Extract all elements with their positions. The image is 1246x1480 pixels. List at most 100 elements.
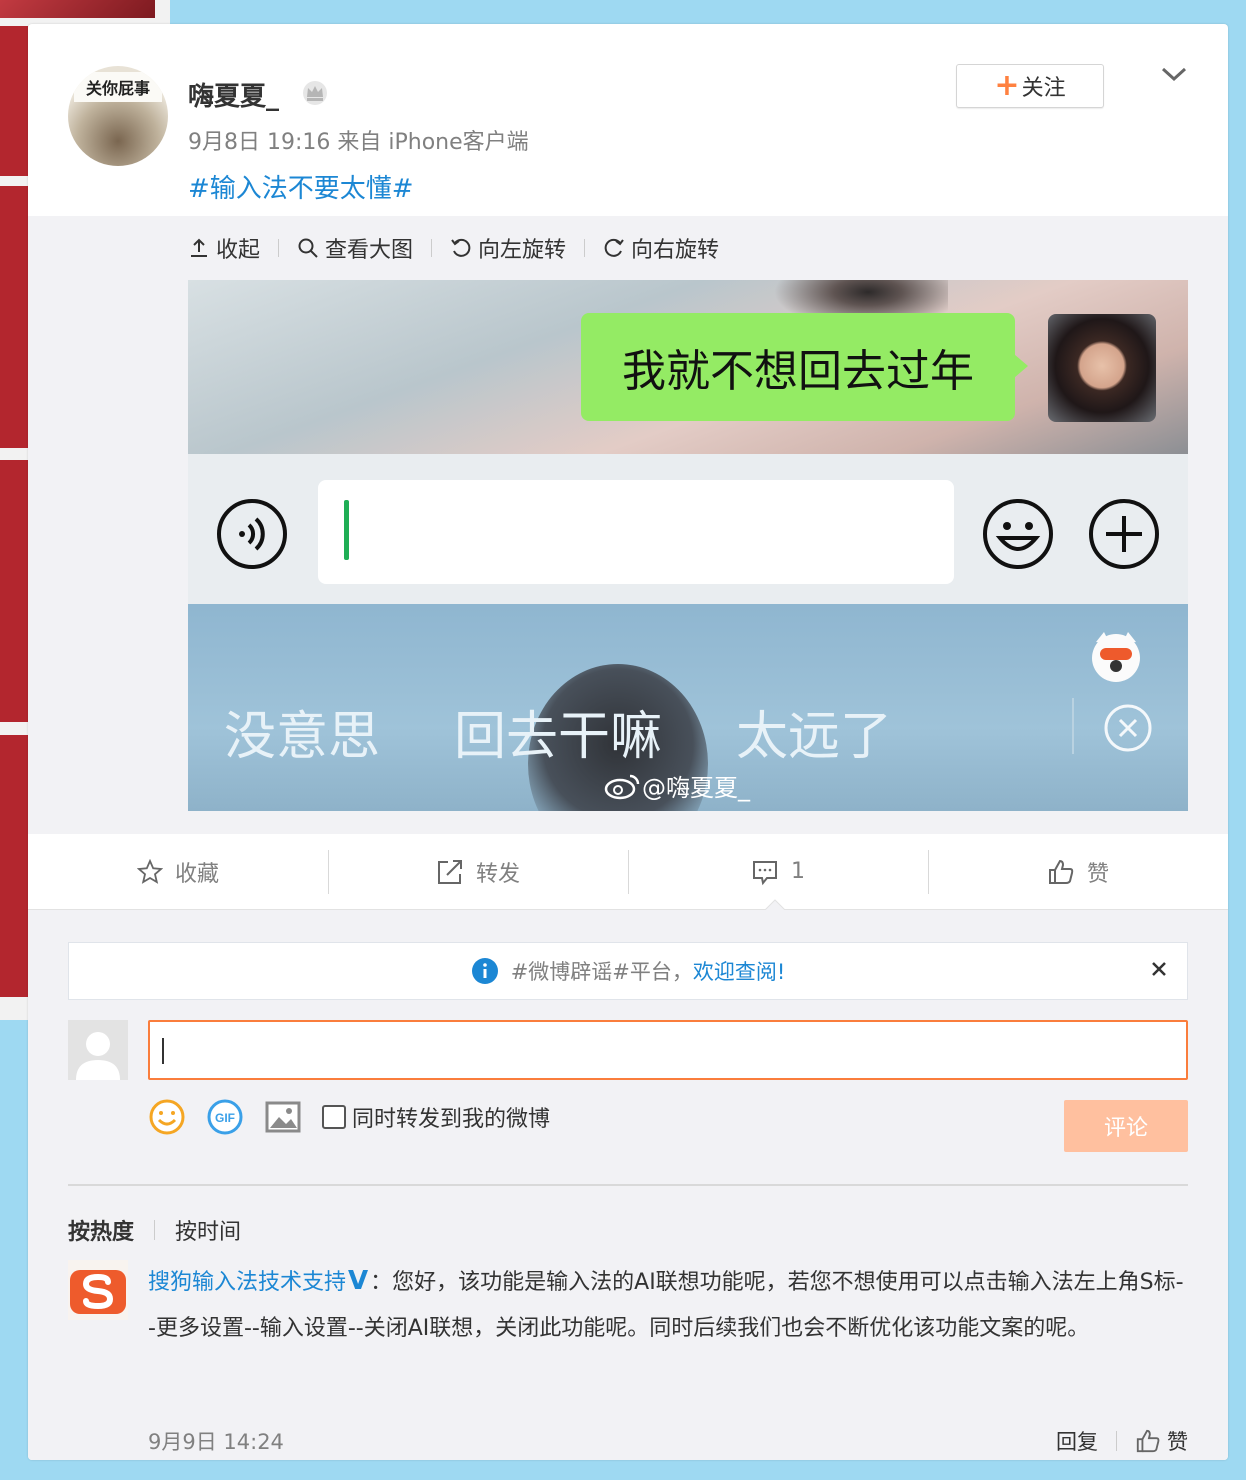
image-text-cursor — [344, 500, 349, 560]
comment-action-divider — [1116, 1431, 1117, 1451]
suggestion-word: 太远了 — [736, 707, 893, 767]
view-large-label: 查看大图 — [325, 238, 414, 263]
comment-sort-tabs: 按热度 按时间 — [68, 1214, 241, 1246]
svg-text:GIF: GIF — [215, 1111, 235, 1125]
comment-toolbar: GIF 同时转发到我的微博 — [148, 1098, 570, 1136]
sort-by-time-tab[interactable]: 按时间 — [175, 1214, 241, 1246]
plus-icon: + — [994, 68, 1020, 103]
close-circle-icon — [1104, 704, 1152, 752]
comment-like-button[interactable]: 赞 — [1135, 1426, 1188, 1456]
share-icon — [437, 859, 462, 884]
post-time-source[interactable]: 9月8日 19:16 来自 iPhone客户端 — [188, 124, 529, 156]
default-user-icon — [76, 1032, 120, 1080]
rotate-left-label: 向左旋转 — [478, 238, 567, 263]
chat-bubble-tail — [1014, 354, 1028, 378]
suggestion-divider — [1072, 698, 1074, 754]
image-watermark: @嗨夏夏_ — [604, 768, 750, 803]
notice-text: #微博辟谣#平台， — [510, 960, 693, 984]
reply-button[interactable]: 回复 — [1056, 1426, 1098, 1456]
comment-button[interactable]: 1 — [628, 834, 928, 909]
toolbar-divider — [278, 239, 280, 257]
commenter-avatar[interactable] — [68, 1260, 128, 1320]
sort-by-hot-tab[interactable]: 按热度 — [68, 1214, 134, 1246]
also-repost-option[interactable]: 同时转发到我的微博 — [322, 1101, 550, 1133]
comment-icon — [753, 860, 777, 885]
submit-comment-button[interactable]: 评论 — [1064, 1100, 1188, 1152]
also-repost-label: 同时转发到我的微博 — [352, 1107, 551, 1132]
text-cursor — [162, 1038, 164, 1064]
rotate-left-button[interactable]: 向左旋转 — [450, 232, 566, 264]
picture-icon — [265, 1101, 301, 1133]
verified-badge-icon: V — [348, 1266, 369, 1296]
image-text-box — [318, 480, 954, 584]
suggestion-word: 回去干嘛 — [454, 707, 663, 767]
thumbs-up-icon — [1048, 859, 1074, 884]
collapse-button[interactable]: 收起 — [188, 232, 260, 264]
follow-label: 关注 — [1021, 76, 1066, 101]
background-photo — [0, 735, 28, 997]
toolbar-divider — [584, 239, 586, 257]
chevron-down-icon[interactable] — [1160, 64, 1188, 84]
like-button[interactable]: 赞 — [928, 834, 1228, 909]
favorite-label: 收藏 — [174, 861, 219, 887]
crown-icon — [303, 81, 327, 105]
favorite-button[interactable]: 收藏 — [28, 834, 328, 909]
emoji-button[interactable] — [148, 1098, 186, 1136]
upload-icon — [191, 238, 207, 257]
image-input-bar — [188, 454, 1188, 604]
media-toolbar: 收起 查看大图 向左旋转 向右旋转 — [188, 230, 719, 266]
post-topic-link[interactable]: #输入法不要太懂# — [188, 168, 414, 205]
watermark-text: @嗨夏夏_ — [642, 774, 750, 802]
suggestion-word: 没意思 — [224, 707, 381, 767]
weibo-post-card: 关你屁事 嗨夏夏_ 9月8日 19:16 来自 iPhone客户端 #输入法不要… — [28, 24, 1228, 1460]
background-photo — [0, 26, 28, 176]
current-user-avatar — [68, 1020, 128, 1080]
follow-button[interactable]: + 关注 — [956, 64, 1104, 108]
rotate-left-icon — [451, 238, 471, 257]
chat-avatar — [1048, 314, 1156, 422]
comment-time: 9月9日 14:24 — [148, 1430, 284, 1454]
background-photo — [0, 186, 28, 448]
comment-input[interactable] — [148, 1020, 1188, 1080]
star-icon — [136, 858, 163, 884]
also-repost-checkbox[interactable] — [322, 1105, 346, 1129]
comment-pointer — [764, 899, 786, 911]
comment-section: #微博辟谣#平台， 欢迎查阅! GIF 同时转发到我的微博 评论 按热度 按时间… — [28, 910, 1228, 1460]
comment-author[interactable]: 搜狗输入法技术支持 — [148, 1270, 346, 1295]
rotate-right-button[interactable]: 向右旋转 — [603, 232, 719, 264]
comment-actions: 回复 赞 — [1056, 1426, 1188, 1456]
comment-like-label: 赞 — [1167, 1430, 1188, 1454]
rotate-right-icon — [604, 238, 624, 257]
gif-icon: GIF — [207, 1099, 243, 1135]
plus-circle-icon — [1089, 499, 1159, 569]
toolbar-divider — [431, 239, 433, 257]
like-label: 赞 — [1086, 861, 1109, 887]
collapse-label: 收起 — [216, 238, 261, 263]
search-icon — [298, 238, 318, 258]
repost-label: 转发 — [475, 861, 520, 887]
gif-button[interactable]: GIF — [206, 1098, 244, 1136]
sogou-mascot-icon — [1092, 632, 1140, 682]
smiley-icon — [149, 1099, 185, 1135]
thumbs-up-icon — [1136, 1429, 1160, 1453]
comment-body: 搜狗输入法技术支持V：您好，该功能是输入法的AI联想功能呢，若您不想使用可以点击… — [148, 1258, 1188, 1352]
repost-button[interactable]: 转发 — [328, 834, 628, 909]
sogou-logo-icon — [68, 1260, 128, 1320]
image-button[interactable] — [264, 1098, 302, 1136]
close-icon[interactable] — [1149, 959, 1169, 979]
comment-footer: 9月9日 14:24 回复 赞 — [148, 1426, 1188, 1456]
view-large-button[interactable]: 查看大图 — [297, 232, 413, 264]
weibo-logo-icon — [604, 774, 640, 799]
background-photo — [0, 0, 155, 18]
avatar-sign-text: 关你屁事 — [74, 72, 162, 102]
info-icon — [471, 958, 498, 984]
notice-link[interactable]: 欢迎查阅! — [693, 956, 785, 986]
author-name[interactable]: 嗨夏夏_ — [188, 76, 279, 113]
post-image[interactable]: 我就不想回去过年 没意思 回去干嘛 太远了 @嗨夏夏_ — [188, 280, 1188, 811]
post-action-bar: 收藏 转发 1 赞 — [28, 834, 1228, 910]
emoji-icon — [983, 499, 1053, 569]
rumor-notice-bar: #微博辟谣#平台， 欢迎查阅! — [68, 942, 1188, 1000]
author-avatar[interactable]: 关你屁事 — [68, 66, 168, 166]
voice-icon — [217, 499, 287, 569]
media-area: 收起 查看大图 向左旋转 向右旋转 我就不想回去过年 没意思 回去干嘛 太远了 … — [28, 216, 1228, 834]
